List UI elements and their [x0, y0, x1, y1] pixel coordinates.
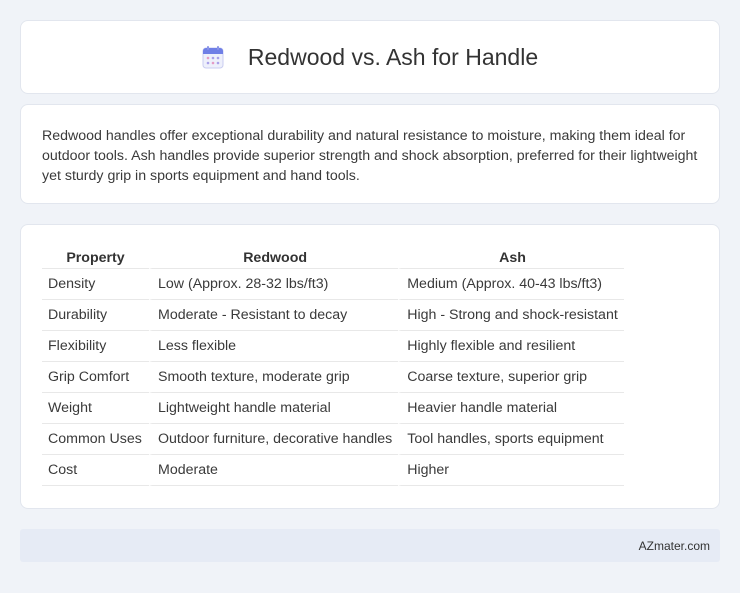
table-row: Cost Moderate Higher [42, 455, 624, 486]
row-property: Grip Comfort [42, 362, 149, 393]
row-property: Density [42, 269, 149, 300]
comparison-table: Property Redwood Ash Density Low (Approx… [42, 245, 624, 486]
row-ash: High - Strong and shock-resistant [398, 300, 624, 331]
table-row: Grip Comfort Smooth texture, moderate gr… [42, 362, 624, 393]
row-redwood: Less flexible [149, 331, 399, 362]
row-redwood: Smooth texture, moderate grip [149, 362, 399, 393]
row-property: Flexibility [42, 331, 149, 362]
row-property: Durability [42, 300, 149, 331]
title-card: Redwood vs. Ash for Handle [20, 20, 720, 94]
table-row: Flexibility Less flexible Highly flexibl… [42, 331, 624, 362]
header-ash: Ash [398, 245, 624, 269]
header-property: Property [42, 245, 149, 269]
page-title: Redwood vs. Ash for Handle [247, 43, 539, 70]
row-redwood: Low (Approx. 28-32 lbs/ft3) [149, 269, 399, 300]
row-property: Common Uses [42, 424, 149, 455]
footer-attribution: AZmater.com [638, 538, 710, 553]
comparison-card: Property Redwood Ash Density Low (Approx… [20, 224, 720, 509]
row-ash: Higher [398, 455, 624, 486]
row-redwood: Moderate - Resistant to decay [149, 300, 399, 331]
table-header-row: Property Redwood Ash [42, 245, 624, 269]
row-ash: Medium (Approx. 40-43 lbs/ft3) [398, 269, 624, 300]
header-redwood: Redwood [149, 245, 399, 269]
table-row: Common Uses Outdoor furniture, decorativ… [42, 424, 624, 455]
row-redwood: Outdoor furniture, decorative handles [149, 424, 399, 455]
row-ash: Tool handles, sports equipment [398, 424, 624, 455]
table-row: Density Low (Approx. 28-32 lbs/ft3) Medi… [42, 269, 624, 300]
row-ash: Highly flexible and resilient [398, 331, 624, 362]
intro-paragraph: Redwood handles offer exceptional durabi… [42, 128, 698, 184]
table-row: Durability Moderate - Resistant to decay… [42, 300, 624, 331]
row-ash: Heavier handle material [398, 393, 624, 424]
row-redwood: Lightweight handle material [149, 393, 399, 424]
calendar-icon [202, 45, 224, 69]
table-row: Weight Lightweight handle material Heavi… [42, 393, 624, 424]
row-ash: Coarse texture, superior grip [398, 362, 624, 393]
row-redwood: Moderate [149, 455, 399, 486]
footer: AZmater.com [20, 529, 720, 562]
intro-card: Redwood handles offer exceptional durabi… [20, 104, 720, 204]
row-property: Cost [42, 455, 149, 486]
row-property: Weight [42, 393, 149, 424]
